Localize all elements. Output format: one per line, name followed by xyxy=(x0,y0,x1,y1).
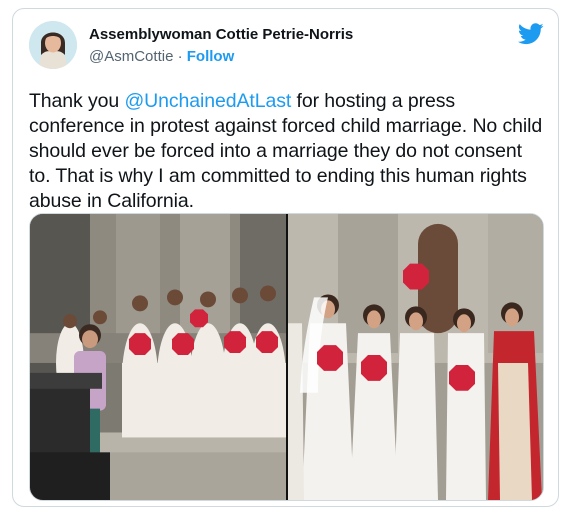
media-grid xyxy=(29,213,544,501)
mention-link[interactable]: @UnchainedAtLast xyxy=(124,90,291,112)
follow-button[interactable]: Follow xyxy=(187,48,235,65)
handle-row: @AsmCottie · Follow xyxy=(89,47,353,67)
tweet-text: Thank you @UnchainedAtLast for hosting a… xyxy=(29,89,544,214)
twitter-bird-icon[interactable] xyxy=(518,23,544,45)
author-handle[interactable]: @AsmCottie xyxy=(89,48,173,65)
photo-group-portrait[interactable] xyxy=(288,214,543,500)
photo-press-conference[interactable] xyxy=(30,214,286,500)
tweet-header: Assemblywoman Cottie Petrie-Norris @AsmC… xyxy=(29,21,544,71)
tweet-text-start: Thank you xyxy=(29,90,125,112)
author-names: Assemblywoman Cottie Petrie-Norris @AsmC… xyxy=(89,25,353,67)
tweet-card[interactable]: Assemblywoman Cottie Petrie-Norris @AsmC… xyxy=(12,8,559,507)
separator-dot: · xyxy=(177,48,183,65)
author-display-name[interactable]: Assemblywoman Cottie Petrie-Norris xyxy=(89,25,353,45)
avatar[interactable] xyxy=(29,21,77,69)
